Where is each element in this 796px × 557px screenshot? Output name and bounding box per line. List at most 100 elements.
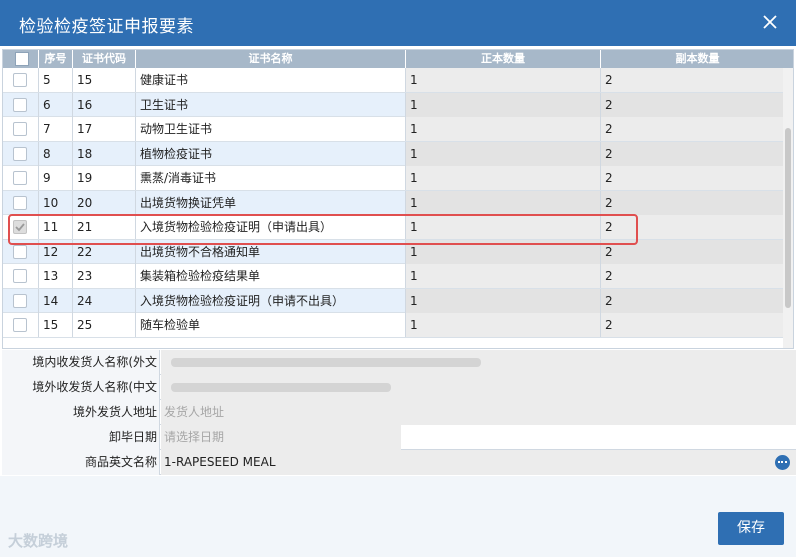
- goods-en-name-field[interactable]: 1-RAPESEED MEAL: [161, 450, 796, 475]
- row-checkbox[interactable]: [13, 122, 27, 136]
- goods-en-name-label: 商品英文名称: [2, 450, 160, 475]
- form-row-unload-date: 卸毕日期 请选择日期: [2, 425, 796, 450]
- row-checkbox[interactable]: [13, 195, 27, 210]
- cell-original-qty[interactable]: 1: [406, 215, 601, 239]
- table-row[interactable]: 6 16 卫生证书 1 2: [3, 92, 793, 117]
- table-row[interactable]: 7 17 动物卫生证书 1 2: [3, 117, 793, 142]
- cell-original-qty[interactable]: 1: [406, 166, 601, 190]
- row-checkbox[interactable]: [13, 220, 27, 234]
- domestic-consignee-label: 境内收发货人名称(外文: [2, 350, 160, 375]
- cell-select: [3, 264, 39, 288]
- cell-code: 25: [73, 313, 136, 337]
- header-seq[interactable]: 序号: [39, 50, 73, 68]
- cell-seq: 12: [39, 239, 73, 264]
- cell-copy-qty[interactable]: 2: [601, 117, 793, 141]
- table-row[interactable]: 10 20 出境货物换证凭单 1 2: [3, 190, 793, 215]
- cell-copy-qty[interactable]: 2: [601, 92, 793, 117]
- redacted-value: [171, 383, 391, 392]
- cell-name: 入境货物检验检疫证明（申请不出具）: [136, 288, 406, 313]
- cell-copy-qty[interactable]: 2: [601, 313, 793, 337]
- table-row[interactable]: 15 25 随车检验单 1 2: [3, 313, 793, 338]
- cell-copy-qty[interactable]: 2: [601, 190, 793, 215]
- table-row[interactable]: 9 19 熏蒸/消毒证书 1 2: [3, 166, 793, 191]
- dialog: 检验检疫签证申报要素 序号 证书代码 证书名称 正本数量 副本数量 5 15 健康证…: [0, 0, 796, 557]
- domestic-consignee-field[interactable]: [161, 350, 796, 375]
- cell-copy-qty[interactable]: 2: [601, 141, 793, 166]
- row-checkbox[interactable]: [13, 318, 27, 332]
- row-checkbox[interactable]: [13, 171, 27, 185]
- cell-original-qty[interactable]: 1: [406, 141, 601, 166]
- select-all-cell: [3, 50, 39, 68]
- select-all-checkbox[interactable]: [15, 52, 29, 66]
- cell-original-qty[interactable]: 1: [406, 264, 601, 288]
- cell-copy-qty[interactable]: 2: [601, 215, 793, 239]
- cell-copy-qty[interactable]: 2: [601, 166, 793, 190]
- cell-original-qty[interactable]: 1: [406, 190, 601, 215]
- row-checkbox[interactable]: [13, 73, 27, 87]
- scrollbar-thumb[interactable]: [785, 128, 791, 308]
- cell-code: 21: [73, 215, 136, 239]
- header-name[interactable]: 证书名称: [136, 50, 406, 68]
- row-checkbox[interactable]: [13, 97, 27, 112]
- row-checkbox[interactable]: [13, 146, 27, 161]
- cell-copy-qty[interactable]: 2: [601, 239, 793, 264]
- close-icon[interactable]: [762, 14, 778, 30]
- cell-original-qty[interactable]: 1: [406, 92, 601, 117]
- dialog-title: 检验检疫签证申报要素: [19, 17, 194, 37]
- cell-original-qty[interactable]: 1: [406, 239, 601, 264]
- cell-seq: 11: [39, 215, 73, 239]
- cell-select: [3, 117, 39, 141]
- foreign-shipper-address-label: 境外发货人地址: [2, 400, 160, 425]
- table-row[interactable]: 8 18 植物检疫证书 1 2: [3, 141, 793, 166]
- unload-date-field[interactable]: 请选择日期: [161, 425, 401, 450]
- cell-original-qty[interactable]: 1: [406, 288, 601, 313]
- cell-select: [3, 92, 39, 117]
- form-row-foreign-consignee: 境外收发货人名称(中文: [2, 375, 796, 400]
- cell-name: 集装箱检验检疫结果单: [136, 264, 406, 288]
- cell-original-qty[interactable]: 1: [406, 313, 601, 337]
- cell-name: 入境货物检验检疫证明（申请出具）: [136, 215, 406, 239]
- more-options-icon[interactable]: [775, 455, 790, 470]
- table-row[interactable]: 12 22 出境货物不合格通知单 1 2: [3, 239, 793, 264]
- header-copy-qty[interactable]: 副本数量: [601, 50, 793, 68]
- row-checkbox[interactable]: [13, 293, 27, 308]
- cell-select: [3, 215, 39, 239]
- cell-copy-qty[interactable]: 2: [601, 264, 793, 288]
- table-row[interactable]: 14 24 入境货物检验检疫证明（申请不出具） 1 2: [3, 288, 793, 313]
- cell-seq: 15: [39, 313, 73, 337]
- cell-seq: 10: [39, 190, 73, 215]
- table-row[interactable]: 13 23 集装箱检验检疫结果单 1 2: [3, 264, 793, 289]
- cell-seq: 13: [39, 264, 73, 288]
- header-code[interactable]: 证书代码: [73, 50, 136, 68]
- cell-seq: 14: [39, 288, 73, 313]
- grid-scrollbar[interactable]: [783, 68, 793, 348]
- dialog-footer: [0, 476, 796, 557]
- cell-copy-qty[interactable]: 2: [601, 288, 793, 313]
- cell-code: 19: [73, 166, 136, 190]
- foreign-consignee-field[interactable]: [161, 375, 796, 400]
- table-row[interactable]: 5 15 健康证书 1 2: [3, 68, 793, 93]
- cell-name: 健康证书: [136, 68, 406, 92]
- cell-name: 出境货物不合格通知单: [136, 239, 406, 264]
- cell-name: 熏蒸/消毒证书: [136, 166, 406, 190]
- cell-original-qty[interactable]: 1: [406, 117, 601, 141]
- unload-date-label: 卸毕日期: [2, 425, 160, 450]
- cell-code: 24: [73, 288, 136, 313]
- foreign-shipper-address-field[interactable]: 发货人地址: [161, 400, 796, 425]
- cell-code: 22: [73, 239, 136, 264]
- cell-name: 动物卫生证书: [136, 117, 406, 141]
- row-checkbox[interactable]: [13, 269, 27, 283]
- cell-original-qty[interactable]: 1: [406, 68, 601, 92]
- save-button[interactable]: 保存: [718, 512, 784, 545]
- redacted-value: [171, 358, 481, 367]
- table-row[interactable]: 11 21 入境货物检验检疫证明（申请出具） 1 2: [3, 215, 793, 240]
- cell-code: 16: [73, 92, 136, 117]
- row-checkbox[interactable]: [13, 244, 27, 259]
- cell-select: [3, 166, 39, 190]
- cell-select: [3, 313, 39, 337]
- cell-seq: 8: [39, 141, 73, 166]
- form-row-foreign-shipper-address: 境外发货人地址 发货人地址: [2, 400, 796, 425]
- cell-copy-qty[interactable]: 2: [601, 68, 793, 92]
- header-original-qty[interactable]: 正本数量: [406, 50, 601, 68]
- form-row-domestic-consignee: 境内收发货人名称(外文: [2, 350, 796, 375]
